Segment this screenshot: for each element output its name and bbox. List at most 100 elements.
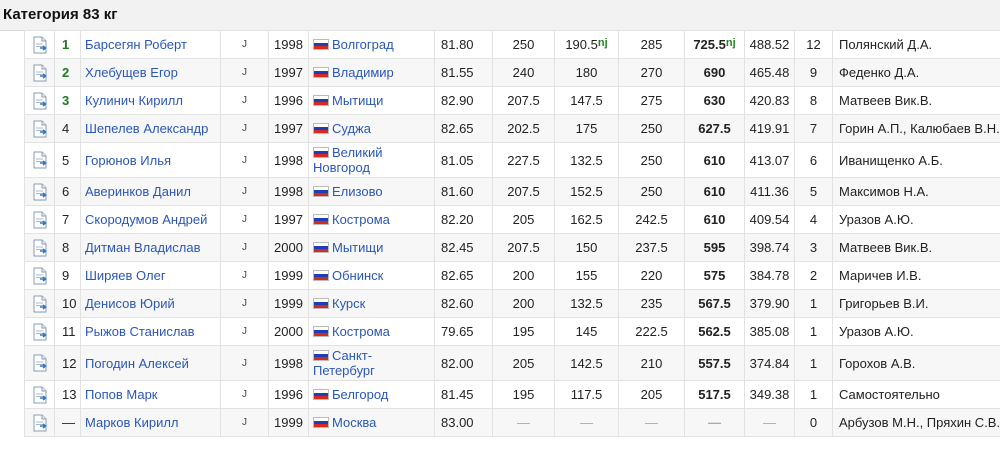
coach: Матвеев Вик.В. xyxy=(832,86,1000,115)
athlete-name-link[interactable]: Ширяев Олег xyxy=(80,261,221,290)
table-row: 8 Дитман Владислав J 2000 Мытищи 82.45 207.5 15… xyxy=(24,233,1000,262)
protocol-link-cell[interactable] xyxy=(24,289,55,318)
birth-year: 2000 xyxy=(268,233,309,262)
athlete-name-link[interactable]: Аверинков Данил xyxy=(80,177,221,206)
russia-flag-icon xyxy=(313,67,329,78)
protocol-link-cell[interactable] xyxy=(24,205,55,234)
russia-flag-icon xyxy=(313,298,329,309)
team-score: 2 xyxy=(794,261,833,290)
protocol-document-icon[interactable] xyxy=(32,183,48,201)
deadlift: 270 xyxy=(618,58,685,87)
athlete-name-link[interactable]: Погодин Алексей xyxy=(80,345,221,381)
protocol-document-icon[interactable] xyxy=(32,120,48,138)
russia-flag-icon xyxy=(313,39,329,50)
table-row: 2 Хлебущев Егор J 1997 Владимир 81.55 240 180 27… xyxy=(24,58,1000,87)
team-score: 3 xyxy=(794,233,833,262)
city-link[interactable]: Суджа xyxy=(332,121,371,136)
protocol-link-cell[interactable] xyxy=(24,30,55,59)
protocol-link-cell[interactable] xyxy=(24,233,55,262)
athlete-name-link[interactable]: Шепелев Александр xyxy=(80,114,221,143)
total-cell: 725.5nj xyxy=(684,30,745,59)
protocol-document-icon[interactable] xyxy=(32,64,48,82)
protocol-document-icon[interactable] xyxy=(32,386,48,404)
russia-flag-icon xyxy=(313,350,329,361)
city-link[interactable]: Кострома xyxy=(332,212,390,227)
protocol-document-icon[interactable] xyxy=(32,36,48,54)
protocol-link-cell[interactable] xyxy=(24,317,55,346)
protocol-document-icon[interactable] xyxy=(32,354,48,372)
points: 349.38 xyxy=(744,380,795,409)
city-link[interactable]: Кострома xyxy=(332,324,390,339)
coach: Уразов А.Ю. xyxy=(832,205,1000,234)
protocol-document-icon[interactable] xyxy=(32,323,48,341)
protocol-document-icon[interactable] xyxy=(32,295,48,313)
points: 379.90 xyxy=(744,289,795,318)
athlete-name-link[interactable]: Скородумов Андрей xyxy=(80,205,221,234)
athlete-name-link[interactable]: Барсегян Роберт xyxy=(80,30,221,59)
city-link[interactable]: Обнинск xyxy=(332,268,383,283)
city-link[interactable]: Мытищи xyxy=(332,93,383,108)
squat: 202.5 xyxy=(492,114,555,143)
protocol-link-cell[interactable] xyxy=(24,261,55,290)
total: 517.5 xyxy=(698,387,731,402)
city-cell: Кострома xyxy=(308,317,435,346)
table-row: 6 Аверинков Данил J 1998 Елизово 81.60 207.5 15… xyxy=(24,177,1000,206)
table-row: 12 Погодин Алексей J 1998 Санкт-Петербург 82.… xyxy=(24,345,1000,381)
protocol-link-cell[interactable] xyxy=(24,408,55,437)
athlete-name-link[interactable]: Рыжов Станислав xyxy=(80,317,221,346)
athlete-name-link[interactable]: Дитман Владислав xyxy=(80,233,221,262)
team-score: 0 xyxy=(794,408,833,437)
birth-year: 1998 xyxy=(268,177,309,206)
athlete-name-link[interactable]: Денисов Юрий xyxy=(80,289,221,318)
bench-press: 147.5 xyxy=(570,93,603,108)
city-link[interactable]: Владимир xyxy=(332,65,394,80)
coach: Арбузов М.Н., Пряхин С.В. xyxy=(832,408,1000,437)
bench-cell: 132.5 xyxy=(554,142,619,178)
athlete-name-link[interactable]: Горюнов Илья xyxy=(80,142,221,178)
protocol-link-cell[interactable] xyxy=(24,380,55,409)
city-link[interactable]: Белгород xyxy=(332,387,388,402)
protocol-document-icon[interactable] xyxy=(32,151,48,169)
city-cell: Кострома xyxy=(308,205,435,234)
athlete-name-link[interactable]: Кулинич Кирилл xyxy=(80,86,221,115)
city-link[interactable]: Мытищи xyxy=(332,240,383,255)
table-row: 1 Барсегян Роберт J 1998 Волгоград 81.80 250 19… xyxy=(24,30,1000,59)
protocol-document-icon[interactable] xyxy=(32,239,48,257)
coach: Уразов А.Ю. xyxy=(832,317,1000,346)
points: — xyxy=(744,408,795,437)
city-link[interactable]: Елизово xyxy=(332,184,383,199)
total: 575 xyxy=(703,268,726,283)
protocol-link-cell[interactable] xyxy=(24,177,55,206)
athlete-name-link[interactable]: Хлебущев Егор xyxy=(80,58,221,87)
total-cell: 630 xyxy=(684,86,745,115)
city-link[interactable]: Курск xyxy=(332,296,365,311)
age-group: J xyxy=(220,408,269,437)
protocol-document-icon[interactable] xyxy=(32,414,48,432)
total: 567.5 xyxy=(698,296,731,311)
age-group: J xyxy=(220,58,269,87)
city-link[interactable]: Москва xyxy=(332,415,376,430)
age-group: J xyxy=(220,177,269,206)
protocol-document-icon[interactable] xyxy=(32,211,48,229)
city-link[interactable]: Волгоград xyxy=(332,37,394,52)
protocol-link-cell[interactable] xyxy=(24,142,55,178)
athlete-name-link[interactable]: Марков Кирилл xyxy=(80,408,221,437)
birth-year: 2000 xyxy=(268,317,309,346)
athlete-name-link[interactable]: Попов Марк xyxy=(80,380,221,409)
bench-press: 180 xyxy=(575,65,598,80)
age-group: J xyxy=(220,317,269,346)
russia-flag-icon xyxy=(313,326,329,337)
protocol-link-cell[interactable] xyxy=(24,86,55,115)
protocol-document-icon[interactable] xyxy=(32,267,48,285)
protocol-link-cell[interactable] xyxy=(24,114,55,143)
place: 12 xyxy=(54,345,81,381)
city-cell: Мытищи xyxy=(308,86,435,115)
city-cell: Владимир xyxy=(308,58,435,87)
team-score: 6 xyxy=(794,142,833,178)
protocol-link-cell[interactable] xyxy=(24,345,55,381)
protocol-link-cell[interactable] xyxy=(24,58,55,87)
total-cell: 562.5 xyxy=(684,317,745,346)
total: 725.5 xyxy=(693,37,726,52)
protocol-document-icon[interactable] xyxy=(32,92,48,110)
city-cell: Курск xyxy=(308,289,435,318)
